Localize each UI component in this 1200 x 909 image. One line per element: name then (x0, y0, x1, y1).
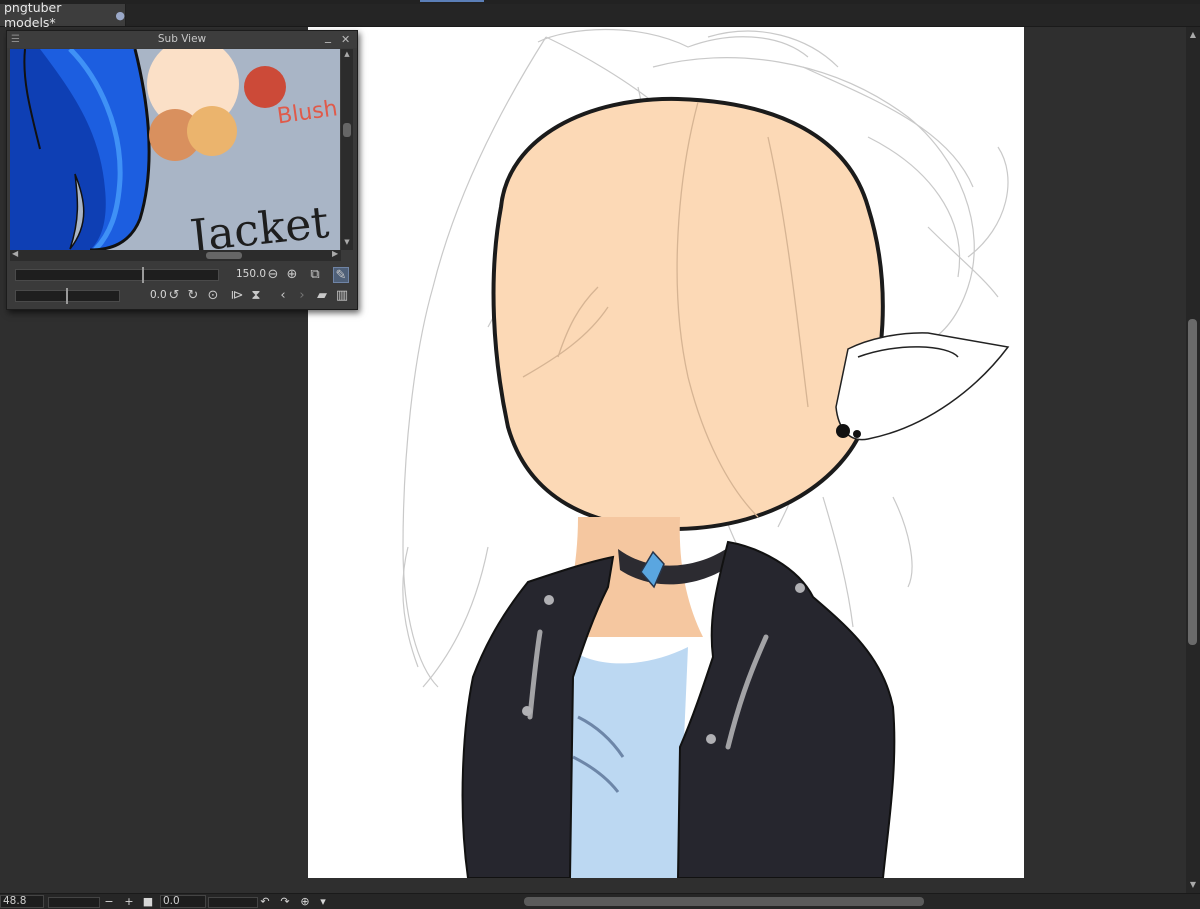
flip-icon[interactable]: ▾ (316, 894, 330, 909)
flip-horizontal-icon[interactable]: ⧐ (229, 288, 245, 304)
sub-view-title-bar[interactable]: ☰ Sub View _ ✕ (7, 28, 357, 48)
open-folder-icon[interactable]: ▰ (314, 288, 330, 304)
fit-window-icon[interactable]: ■ (141, 894, 155, 909)
sub-view-zoom-slider[interactable] (15, 267, 219, 283)
zoom-out-icon[interactable]: ⊖ (265, 267, 281, 283)
sub-view-panel: ☰ Sub View _ ✕ Blush Jacket ▲ ▼ ◀ ▶ 150.… (6, 28, 358, 310)
sub-view-rotation-slider[interactable] (15, 288, 120, 304)
sub-view-scroll-down-icon[interactable]: ▼ (341, 238, 353, 246)
sub-view-title: Sub View (157, 33, 207, 45)
sub-view-scroll-left-icon[interactable]: ◀ (12, 249, 18, 258)
sub-view-scroll-up-icon[interactable]: ▲ (341, 50, 353, 58)
rotation-slider-knob[interactable] (66, 288, 68, 304)
minimize-icon[interactable]: _ (325, 28, 331, 45)
sub-view-horizontal-scrollbar[interactable]: ◀ ▶ (10, 249, 341, 261)
zoom-out-icon[interactable]: − (102, 894, 116, 909)
reset-rotation-icon[interactable]: ⊙ (205, 288, 221, 304)
sub-view-vscroll-thumb[interactable] (343, 123, 351, 137)
document-tab[interactable]: pngtuber models* ● (0, 0, 126, 30)
zoom-in-icon[interactable]: ⊕ (284, 267, 300, 283)
flip-vertical-icon[interactable]: ⧗ (248, 288, 264, 304)
active-panel-accent (420, 0, 484, 2)
earring-small (853, 430, 861, 438)
sub-view-rotation-row: 0.0 ↺ ↻ ⊙ ⧐ ⧗ ‹ › ▰ ▥ (7, 286, 357, 306)
reset-rotation-icon[interactable]: ⊕ (298, 894, 312, 909)
fit-window-icon[interactable]: ⧉ (307, 267, 323, 283)
close-icon[interactable]: ✕ (341, 31, 350, 48)
rotate-left-icon[interactable]: ↶ (258, 894, 272, 909)
delete-icon[interactable]: ▥ (334, 288, 350, 304)
scroll-down-icon[interactable]: ▼ (1186, 879, 1200, 891)
rotation-slider[interactable] (208, 897, 258, 908)
scroll-up-icon[interactable]: ▲ (1186, 29, 1200, 41)
previous-image-icon[interactable]: ‹ (275, 288, 291, 304)
sub-view-zoom-value[interactable]: 150.0 (236, 268, 266, 280)
rotate-left-icon[interactable]: ↺ (166, 288, 182, 304)
eyedropper-icon[interactable]: ✎ (333, 267, 349, 283)
sub-view-scroll-right-icon[interactable]: ▶ (332, 249, 338, 258)
zoom-in-icon[interactable]: + (122, 894, 136, 909)
sub-view-vertical-scrollbar[interactable]: ▲ ▼ (341, 49, 353, 250)
character-artwork (402, 28, 1010, 878)
document-tab-title: pngtuber models* (4, 0, 62, 30)
reference-artwork: Blush Jacket (10, 49, 339, 250)
sub-view-zoom-row: 150.0 ⊖ ⊕ ⧉ ✎ (7, 265, 357, 285)
rotation-field[interactable]: 0.0 (160, 895, 206, 908)
jacket-label: Jacket (184, 197, 332, 250)
next-image-icon[interactable]: › (294, 288, 310, 304)
rotate-right-icon[interactable]: ↻ (185, 288, 201, 304)
modified-dot-icon[interactable]: ● (115, 9, 125, 22)
canvas-horizontal-scroll-thumb[interactable] (524, 897, 924, 906)
rotate-right-icon[interactable]: ↷ (278, 894, 292, 909)
elf-ear (835, 332, 1010, 441)
zoom-slider-knob[interactable] (142, 267, 144, 283)
zoom-field[interactable]: 48.8 (0, 895, 44, 908)
reference-image[interactable]: Blush Jacket (10, 49, 340, 250)
drawing-canvas[interactable] (308, 27, 1024, 878)
sub-view-hscroll-thumb[interactable] (206, 252, 242, 259)
earring-large (836, 424, 850, 438)
blush-label: Blush (276, 96, 339, 129)
status-bar: 48.8 − + ■ 0.0 ↶ ↷ ⊕ ▾ (0, 893, 1200, 909)
hamburger-menu-icon[interactable]: ☰ (11, 31, 20, 48)
sub-view-rotation-value[interactable]: 0.0 (150, 289, 167, 301)
jacket-right (676, 540, 896, 878)
face-shape (491, 96, 885, 532)
canvas-vertical-scrollbar[interactable]: ▲ ▼ (1186, 27, 1200, 893)
vertical-scroll-thumb[interactable] (1188, 319, 1197, 645)
zoom-slider[interactable] (48, 897, 100, 908)
document-tab-bar: pngtuber models* ● (0, 0, 1200, 30)
